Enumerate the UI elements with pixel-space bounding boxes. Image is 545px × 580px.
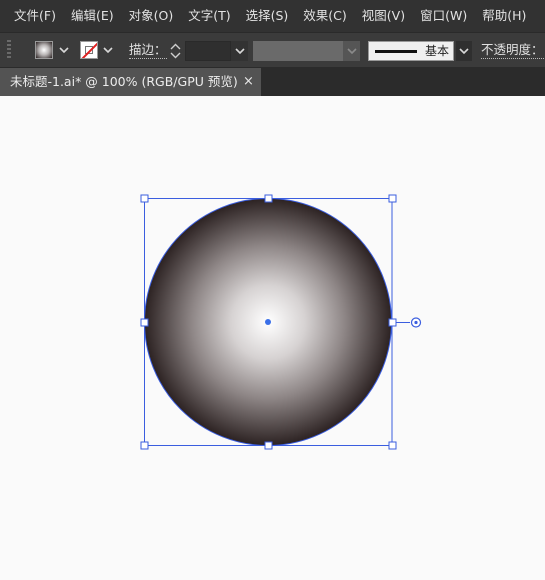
fill-color-swatch[interactable]	[35, 41, 53, 59]
stroke-dropdown-chevron-icon[interactable]	[101, 43, 115, 57]
brush-definition-field[interactable]: 基本	[368, 41, 454, 61]
stroke-weight-dropdown-icon[interactable]	[231, 41, 248, 61]
menu-select[interactable]: 选择(S)	[238, 0, 296, 32]
menu-bar: 文件(F) 编辑(E) 对象(O) 文字(T) 选择(S) 效果(C) 视图(V…	[0, 0, 545, 33]
brush-name: 基本	[424, 44, 449, 58]
variable-width-dropdown-icon[interactable]	[343, 41, 360, 61]
stroke-label[interactable]: 描边：	[129, 42, 167, 59]
resize-handle-bottom-left[interactable]	[140, 441, 149, 450]
document-tab-bar: 未标题-1.ai* @ 100% (RGB/GPU 预览) ×	[0, 68, 545, 96]
pie-widget-dot-icon	[414, 320, 418, 325]
menu-effect[interactable]: 效果(C)	[295, 0, 353, 32]
artwork-svg	[140, 194, 422, 450]
close-icon[interactable]: ×	[243, 68, 254, 96]
resize-handle-top[interactable]	[264, 194, 273, 203]
stroke-weight-stepper[interactable]	[168, 41, 183, 61]
center-point-icon	[265, 319, 271, 325]
menu-object[interactable]: 对象(O)	[121, 0, 181, 32]
resize-handle-top-left[interactable]	[140, 194, 149, 203]
control-bar: 描边： 基本 不透明度：	[0, 33, 545, 68]
stroke-weight-input[interactable]	[185, 41, 231, 61]
variable-width-profile-field[interactable]	[253, 41, 343, 61]
menu-help[interactable]: 帮助(H)	[474, 0, 533, 32]
resize-handle-top-right[interactable]	[388, 194, 397, 203]
fill-dropdown-chevron-icon[interactable]	[57, 43, 71, 57]
document-tab-title: 未标题-1.ai* @ 100% (RGB/GPU 预览)	[10, 74, 238, 89]
menu-type[interactable]: 文字(T)	[180, 0, 237, 32]
opacity-label[interactable]: 不透明度：	[481, 42, 544, 59]
menu-edit[interactable]: 编辑(E)	[63, 0, 121, 32]
brush-dropdown-icon[interactable]	[456, 41, 472, 61]
brush-stroke-preview	[375, 50, 417, 53]
document-tab[interactable]: 未标题-1.ai* @ 100% (RGB/GPU 预览) ×	[0, 68, 261, 96]
artboard-canvas[interactable]	[0, 96, 545, 580]
no-color-slash-icon	[81, 42, 97, 58]
resize-handle-right[interactable]	[388, 318, 397, 327]
resize-handle-bottom[interactable]	[264, 441, 273, 450]
stroke-color-swatch[interactable]	[80, 41, 98, 59]
resize-handle-bottom-right[interactable]	[388, 441, 397, 450]
resize-handle-left[interactable]	[140, 318, 149, 327]
menu-window[interactable]: 窗口(W)	[412, 0, 474, 32]
menu-view[interactable]: 视图(V)	[354, 0, 412, 32]
menu-file[interactable]: 文件(F)	[0, 0, 63, 32]
panel-grip-icon[interactable]	[7, 40, 11, 60]
